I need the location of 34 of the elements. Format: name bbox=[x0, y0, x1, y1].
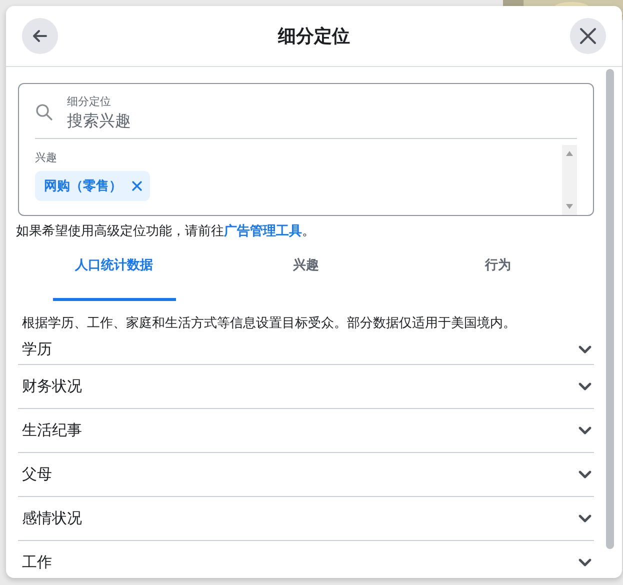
expand-button[interactable] bbox=[578, 470, 592, 479]
category-label: 工作 bbox=[22, 553, 52, 572]
info-text: 如果希望使用高级定位功能，请前往广告管理工具。 bbox=[16, 222, 316, 240]
tag-label: 网购（零售） bbox=[44, 178, 122, 195]
chevron-icon bbox=[578, 514, 592, 523]
tab[interactable]: 行为 bbox=[402, 246, 594, 298]
scrollbar-thumb[interactable] bbox=[606, 69, 614, 549]
search-icon bbox=[35, 103, 53, 121]
category-label: 生活纪事 bbox=[22, 421, 82, 440]
chevron-icon bbox=[578, 426, 592, 435]
expand-button[interactable] bbox=[578, 558, 592, 567]
description-text: 根据学历、工作、家庭和生活方式等信息设置目标受众。部分数据仅适用于美国境内。 bbox=[22, 315, 517, 332]
chevron-icon bbox=[578, 382, 592, 391]
close-icon bbox=[132, 181, 142, 191]
field-label: 细分定位 bbox=[67, 94, 112, 109]
expand-button[interactable] bbox=[578, 344, 592, 354]
back-button[interactable] bbox=[22, 18, 58, 54]
tab[interactable]: 人口统计数据 bbox=[18, 246, 210, 298]
expand-button[interactable] bbox=[578, 514, 592, 523]
category-label: 感情状况 bbox=[22, 509, 82, 528]
close-button[interactable] bbox=[570, 18, 606, 54]
category-label: 父母 bbox=[22, 465, 52, 484]
dialog-title: 细分定位 bbox=[278, 25, 350, 48]
category-label: 财务状况 bbox=[22, 377, 82, 396]
remove-button[interactable] bbox=[132, 181, 142, 191]
expand-button[interactable] bbox=[578, 382, 592, 391]
chevron-icon bbox=[578, 344, 592, 354]
section-label: 兴趣 bbox=[35, 150, 58, 165]
tab[interactable]: 兴趣 bbox=[210, 246, 402, 298]
close-icon bbox=[578, 26, 598, 46]
chevron-icon bbox=[578, 558, 592, 567]
expand-button[interactable] bbox=[578, 426, 592, 435]
category-label: 学历 bbox=[22, 340, 52, 358]
chevron-icon bbox=[578, 470, 592, 479]
